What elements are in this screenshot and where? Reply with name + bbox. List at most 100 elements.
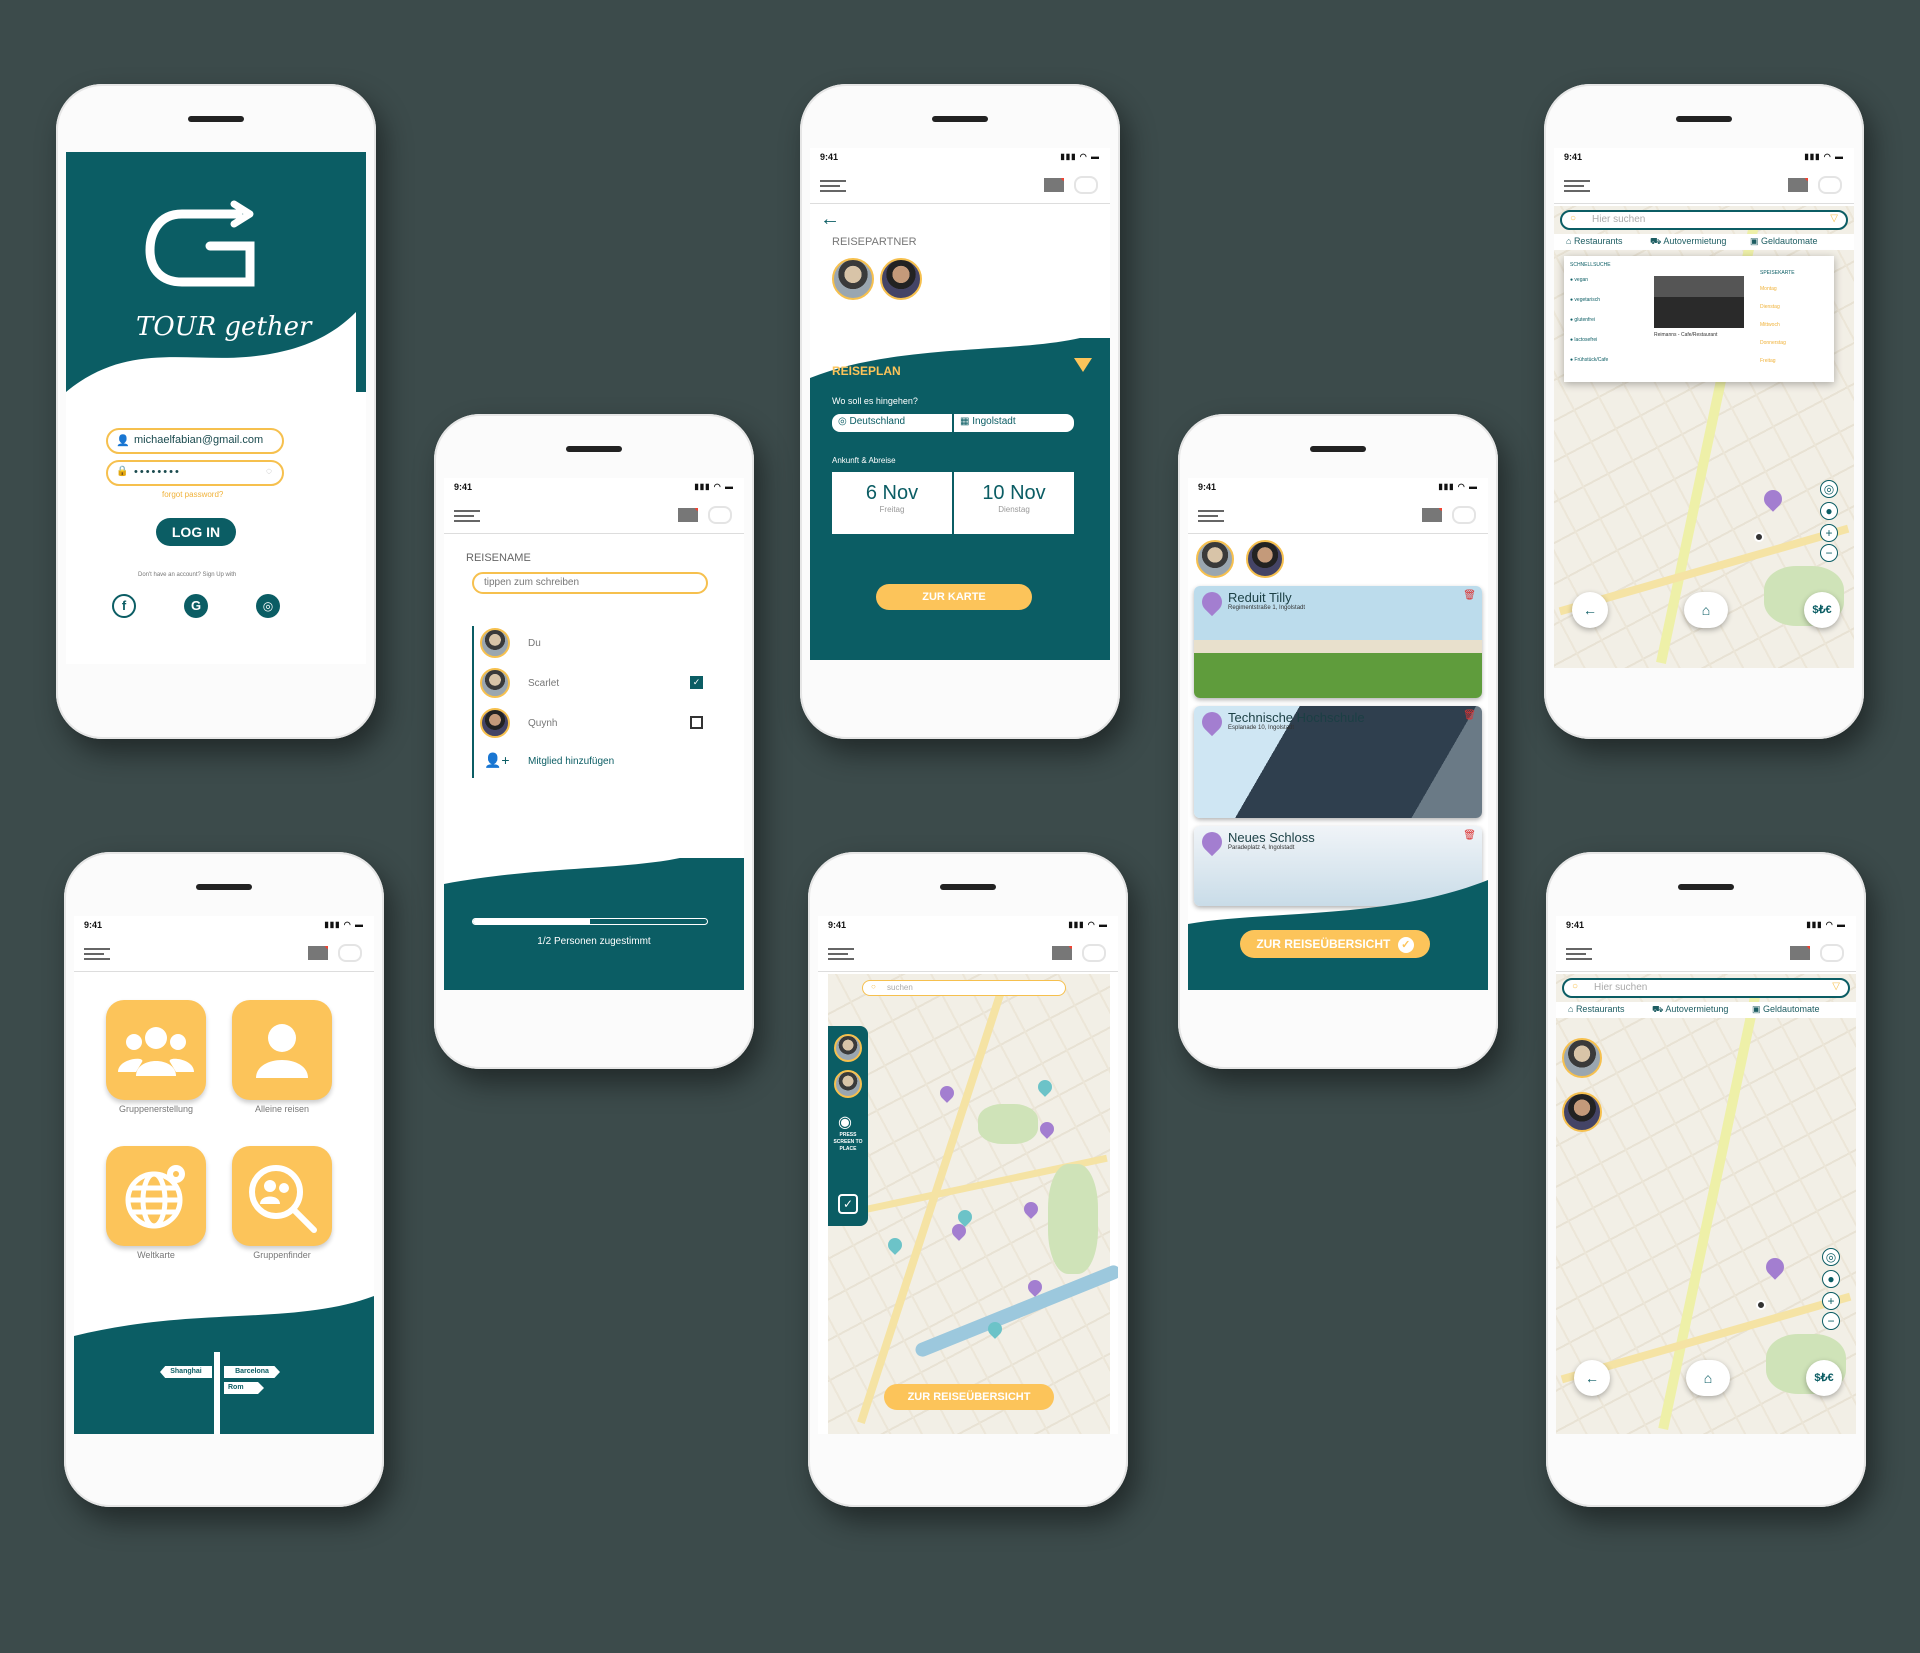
locate-icon[interactable]: ◎ xyxy=(1822,1248,1840,1266)
fingerprint-icon[interactable]: ◉ xyxy=(838,1112,852,1132)
city-select[interactable]: ▦ Ingolstadt xyxy=(954,414,1074,432)
google-icon[interactable]: G xyxy=(184,594,208,618)
mail-icon[interactable] xyxy=(1790,946,1810,960)
forgot-password-link[interactable]: forgot password? xyxy=(162,490,223,499)
avatar[interactable] xyxy=(1562,1092,1602,1132)
place-address: Esplanade 10, Ingolstadt xyxy=(1228,725,1295,731)
hide-password-icon[interactable]: ◌ xyxy=(266,466,274,477)
trip-overview-button[interactable]: ZUR REISEÜBERSICHT ✓ xyxy=(1240,930,1430,958)
group-create-tile[interactable] xyxy=(106,1000,206,1100)
to-map-button[interactable]: ZUR KARTE xyxy=(876,584,1032,610)
mail-icon[interactable] xyxy=(1422,508,1442,522)
menu-icon[interactable] xyxy=(1566,948,1592,960)
trip-overview-button[interactable]: ZUR REISEÜBERSICHT xyxy=(884,1384,1054,1410)
solo-travel-tile[interactable] xyxy=(232,1000,332,1100)
member-checkbox-checked[interactable]: ✓ xyxy=(690,676,703,689)
confirm-check-icon[interactable]: ✓ xyxy=(838,1194,858,1214)
map-pin-icon[interactable] xyxy=(1035,1077,1055,1097)
delete-icon[interactable]: 🗑 xyxy=(1463,830,1476,841)
password-field[interactable]: 🔒 •••••••• ◌ xyxy=(106,460,284,486)
member-name: Scarlet xyxy=(528,678,560,689)
back-arrow-icon[interactable]: ← xyxy=(820,208,840,231)
map-pin-icon[interactable] xyxy=(937,1083,957,1103)
place-card[interactable]: Technische Hochschule Esplanade 10, Ingo… xyxy=(1194,706,1482,818)
mail-icon[interactable] xyxy=(678,508,698,522)
pin-icon[interactable]: ● xyxy=(1822,1270,1840,1288)
world-map-tile[interactable] xyxy=(106,1146,206,1246)
trip-name-input[interactable]: tippen zum schreiben xyxy=(472,572,708,594)
mail-icon[interactable] xyxy=(1052,946,1072,960)
top-nav xyxy=(1556,934,1856,972)
email-field[interactable]: 👤 michaelfabian@gmail.com xyxy=(106,428,284,454)
delete-icon[interactable]: 🗑 xyxy=(1463,590,1476,601)
avatar[interactable] xyxy=(1562,1038,1602,1078)
category-restaurants[interactable]: ⌂ Restaurants xyxy=(1568,1004,1624,1014)
group-icon xyxy=(118,1027,194,1076)
delete-icon[interactable]: 🗑 xyxy=(1463,710,1476,721)
back-button[interactable]: ← xyxy=(1574,1360,1610,1396)
press-to-place-label: PRESS SCREEN TO PLACE xyxy=(833,1132,863,1152)
menu-icon[interactable] xyxy=(84,948,110,960)
category-car-rental[interactable]: ⛟ Autovermietung xyxy=(1652,1004,1728,1016)
menu-icon[interactable] xyxy=(1198,510,1224,522)
filter-icon[interactable]: ▽ xyxy=(1832,981,1840,992)
filter-item[interactable]: ● vegetarisch xyxy=(1570,292,1626,312)
signup-text[interactable]: Don't have an account? Sign Up with xyxy=(138,572,236,578)
filter-item[interactable]: ● lactosefrei xyxy=(1570,332,1626,352)
menu-heading: SPEISEKARTE xyxy=(1760,270,1795,276)
home-button[interactable]: ⌂ xyxy=(1686,1360,1730,1396)
facebook-icon[interactable]: f xyxy=(112,594,136,618)
menu-icon[interactable] xyxy=(828,948,854,960)
map-pin-icon[interactable] xyxy=(1760,486,1786,512)
arrival-date-box[interactable]: 6 Nov Freitag xyxy=(832,472,952,534)
filter-icon[interactable]: ▽ xyxy=(1830,213,1838,224)
member-checkbox[interactable] xyxy=(690,716,703,729)
zoom-in-icon[interactable]: + xyxy=(1822,1292,1840,1310)
menu-icon[interactable] xyxy=(454,510,480,522)
category-restaurants[interactable]: ⌂ Restaurants xyxy=(1566,236,1622,246)
map-pin-icon[interactable] xyxy=(1037,1119,1057,1139)
category-atm[interactable]: ▣ Geldautomate xyxy=(1752,1004,1820,1015)
filter-item[interactable]: ● glutenfrei xyxy=(1570,312,1626,332)
filter-item[interactable]: ● Frühstück/Cafe xyxy=(1570,352,1626,372)
filter-icon[interactable] xyxy=(1074,358,1092,372)
map-pin-icon[interactable] xyxy=(1762,1254,1788,1280)
avatar[interactable] xyxy=(834,1034,862,1062)
search-bar[interactable]: ○ Hier suchen ▽ xyxy=(1562,978,1850,998)
logo-icon xyxy=(1452,506,1476,524)
avatar[interactable] xyxy=(834,1070,862,1098)
instagram-icon[interactable]: ◎ xyxy=(256,594,280,618)
map-search[interactable]: ○ suchen xyxy=(862,980,1066,996)
mail-icon[interactable] xyxy=(308,946,328,960)
city-map[interactable]: ○ suchen ZUR REISEÜBERSICHT xyxy=(828,974,1118,1434)
filter-item[interactable]: ● vegan xyxy=(1570,272,1626,292)
login-button[interactable]: LOG IN xyxy=(156,518,236,546)
place-card[interactable]: Reduit Tilly Regimentstraße 1, Ingolstad… xyxy=(1194,586,1482,698)
mail-icon[interactable] xyxy=(1788,178,1808,192)
home-button[interactable]: ⌂ xyxy=(1684,592,1728,628)
map-pin-icon[interactable] xyxy=(1021,1199,1041,1219)
country-select[interactable]: ◎ Deutschland xyxy=(832,414,952,432)
category-atm[interactable]: ▣ Geldautomate xyxy=(1750,236,1818,247)
plan-heading: REISEPLAN xyxy=(832,364,901,378)
group-finder-tile[interactable] xyxy=(232,1146,332,1246)
map-pin-icon[interactable] xyxy=(885,1235,905,1255)
category-car-rental[interactable]: ⛟ Autovermietung xyxy=(1650,236,1726,248)
back-button[interactable]: ← xyxy=(1572,592,1608,628)
locate-icon[interactable]: ◎ xyxy=(1820,480,1838,498)
departure-date-box[interactable]: 10 Nov Dienstag xyxy=(954,472,1074,534)
trip-name-placeholder: tippen zum schreiben xyxy=(484,577,580,588)
zoom-out-icon[interactable]: − xyxy=(1820,544,1838,562)
pin-icon[interactable]: ● xyxy=(1820,502,1838,520)
mail-icon[interactable] xyxy=(1044,178,1064,192)
zoom-out-icon[interactable]: − xyxy=(1822,1312,1840,1330)
add-member-link[interactable]: Mitglied hinzufügen xyxy=(528,756,614,767)
add-member-icon[interactable]: 👤+ xyxy=(484,752,510,769)
detail-panel: SCHNELLSUCHE ● vegan ● vegetarisch ● glu… xyxy=(1564,256,1834,382)
menu-icon[interactable] xyxy=(1564,180,1590,192)
menu-icon[interactable] xyxy=(820,180,846,192)
search-bar[interactable]: ○ Hier suchen ▽ xyxy=(1560,210,1848,230)
currency-button[interactable]: $₺€ xyxy=(1806,1360,1842,1396)
currency-button[interactable]: $₺€ xyxy=(1804,592,1840,628)
zoom-in-icon[interactable]: + xyxy=(1820,524,1838,542)
